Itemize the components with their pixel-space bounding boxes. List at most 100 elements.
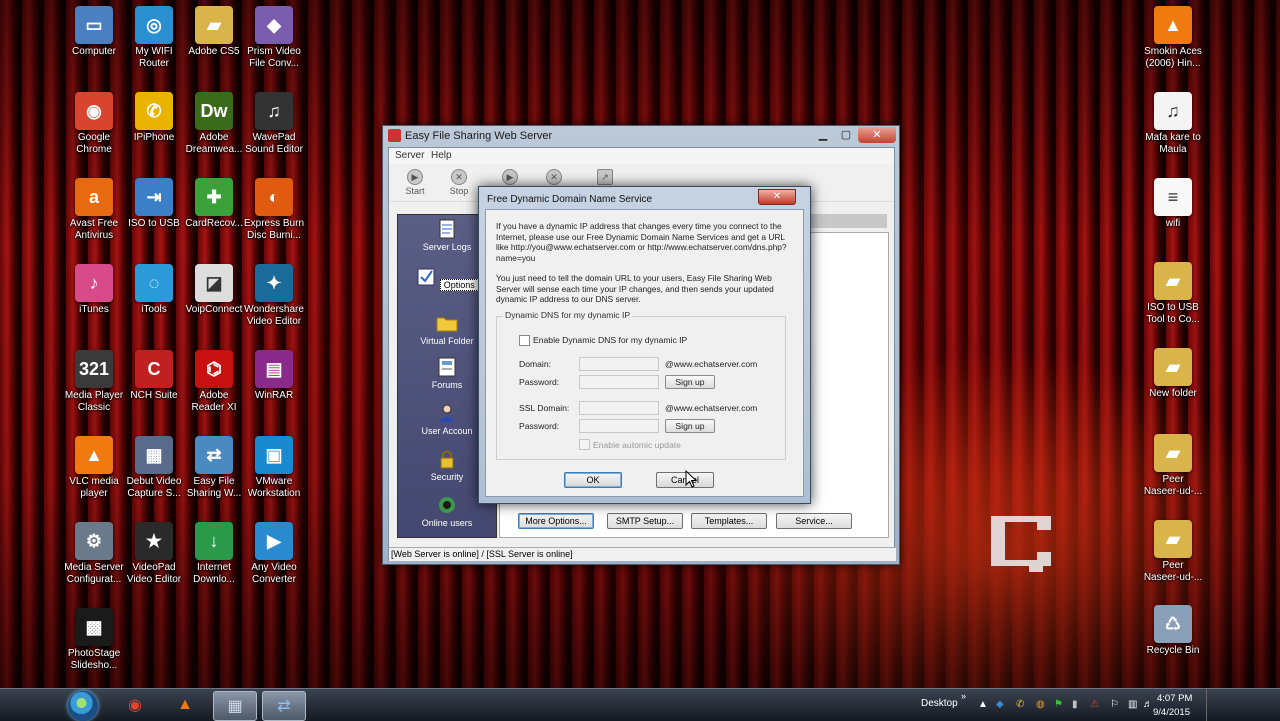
- ssl-domain-suffix: @www.echatserver.com: [665, 403, 758, 413]
- wavepad-icon: ♫: [255, 92, 293, 130]
- desktop-shortcut-label: VMware Workstation: [247, 476, 301, 499]
- enable-dynamic-dns-checkbox[interactable]: [519, 335, 530, 346]
- phone-icon: ✆: [135, 92, 173, 130]
- folder-icon: ▰: [195, 6, 233, 44]
- desktop-shortcut[interactable]: ✦ Wondershare Video Editor: [236, 264, 312, 328]
- folder-icon: [436, 317, 458, 332]
- window-titlebar[interactable]: Easy File Sharing Web Server ▁ ▢ ✕: [383, 126, 899, 146]
- minimize-button[interactable]: ▁: [812, 127, 834, 143]
- tray-device-icon[interactable]: ▮: [1072, 699, 1078, 710]
- nch-icon: C: [135, 350, 173, 388]
- desktop-shortcut[interactable]: ▰ Peer Naseer-ud-...: [1135, 434, 1211, 498]
- auto-update-checkbox[interactable]: [579, 439, 590, 450]
- vlc-icon: ▲: [177, 696, 193, 713]
- desktop-shortcut[interactable]: ♫ Mafa kare to Maula: [1135, 92, 1211, 156]
- itunes-icon: ♪: [75, 264, 113, 302]
- tray-network-icon[interactable]: ▥: [1128, 699, 1137, 710]
- close-button[interactable]: ✕: [858, 127, 896, 143]
- show-desktop-button[interactable]: [1206, 689, 1215, 721]
- taskbar-chrome[interactable]: ◉: [114, 691, 156, 719]
- clock-date[interactable]: 9/4/2015: [1153, 707, 1190, 718]
- clock-time[interactable]: 4:07 PM: [1157, 693, 1192, 704]
- folder-peer-2-icon: ▰: [1154, 520, 1192, 558]
- sidebar-label: Online users: [421, 518, 473, 528]
- start-button[interactable]: [68, 691, 98, 721]
- toolbar-play-button[interactable]: ▶: [490, 168, 530, 186]
- tray-bluetooth-icon[interactable]: ◆: [996, 699, 1004, 710]
- taskbar-vlc[interactable]: ▲: [164, 691, 206, 719]
- tray-network-status-icon[interactable]: ⚑: [1054, 699, 1063, 710]
- iso-usb-icon: ⇥: [135, 178, 173, 216]
- service-button[interactable]: Service...: [776, 513, 852, 529]
- toolbar-chevron-icon[interactable]: »: [961, 691, 966, 701]
- tray-volume-icon[interactable]: ♬: [1143, 699, 1153, 710]
- signup-button[interactable]: Sign up: [665, 375, 715, 389]
- desktop-shortcut-label: New folder: [1149, 388, 1197, 399]
- dialog-close-button[interactable]: ✕: [758, 189, 796, 205]
- desktop-shortcut[interactable]: ▰ New folder: [1135, 348, 1211, 400]
- password-input[interactable]: [579, 375, 659, 389]
- desktop-shortcut[interactable]: ♺ Recycle Bin: [1135, 605, 1211, 657]
- chrome-icon: ◉: [75, 92, 113, 130]
- maximize-button[interactable]: ▢: [835, 127, 857, 143]
- compaq-logo-icon: [991, 516, 1051, 572]
- desktop-shortcut[interactable]: ◆ Prism Video File Conv...: [236, 6, 312, 70]
- ssl-password-label: Password:: [519, 421, 560, 431]
- tray-phone-icon[interactable]: ✆: [1016, 699, 1024, 710]
- tray-flag-icon[interactable]: ⚐: [1110, 699, 1119, 710]
- ok-button[interactable]: OK: [564, 472, 622, 488]
- tray-security-icon[interactable]: ⚠: [1090, 699, 1099, 710]
- intro-text-2: You just need to tell the domain URL to …: [496, 273, 774, 305]
- toolbar-export-button[interactable]: ↗: [585, 168, 625, 186]
- desktop-shortcut[interactable]: ▣ VMware Workstation: [236, 436, 312, 500]
- start-button[interactable]: ▶ Start: [395, 168, 435, 196]
- taskbar-easy-file-sharing[interactable]: ⇄: [262, 691, 306, 721]
- desktop-shortcut[interactable]: ▤ WinRAR: [236, 350, 312, 402]
- burn-icon: ◐: [255, 178, 293, 216]
- mp3-file-icon: ♫: [1154, 92, 1192, 130]
- desktop-toolbar-label[interactable]: Desktop: [921, 698, 958, 709]
- templates-button[interactable]: Templates...: [691, 513, 767, 529]
- dynamic-dns-dialog: Free Dynamic Domain Name Service ✕ If yo…: [478, 186, 811, 504]
- adobe-reader-icon: ⌬: [195, 350, 233, 388]
- desktop-shortcut[interactable]: ▰ ISO to USB Tool to Co...: [1135, 262, 1211, 326]
- menu-bar: Server Help: [389, 148, 894, 164]
- desktop-shortcut-label: Peer Naseer-ud-...: [1143, 474, 1203, 497]
- group-legend: Dynamic DNS for my dynamic IP: [503, 310, 633, 320]
- tray-avast-icon[interactable]: ◍: [1036, 699, 1045, 710]
- ssl-domain-input[interactable]: [579, 401, 659, 415]
- menu-server[interactable]: Server: [395, 150, 424, 161]
- menu-help[interactable]: Help: [431, 150, 452, 161]
- desktop-shortcut[interactable]: ≡ wifi: [1135, 178, 1211, 230]
- taskbar-debut[interactable]: ▦: [213, 691, 257, 721]
- stop-button[interactable]: ✕ Stop: [439, 168, 479, 196]
- more-options-button[interactable]: More Options...: [518, 513, 594, 529]
- online-users-icon: [439, 497, 455, 513]
- dreamweaver-icon: Dw: [195, 92, 233, 130]
- desktop-shortcut-label: PhotoStage Slidesho...: [67, 648, 121, 671]
- recycle-bin-icon: ♺: [1154, 605, 1192, 643]
- desktop-shortcut-label: Express Burn Disc Burni...: [243, 218, 305, 241]
- desktop-shortcut[interactable]: ▲ Smokin Aces (2006) Hin...: [1135, 6, 1211, 70]
- desktop-shortcut[interactable]: ▰ Peer Naseer-ud-...: [1135, 520, 1211, 584]
- debut-icon: ▦: [135, 436, 173, 474]
- desktop-shortcut-label: Peer Naseer-ud-...: [1143, 560, 1203, 583]
- desktop-shortcut[interactable]: ▩ PhotoStage Slidesho...: [56, 608, 132, 672]
- chrome-icon: ◉: [128, 697, 142, 714]
- forums-icon: [438, 357, 456, 377]
- prism-icon: ◆: [255, 6, 293, 44]
- app-icon: [388, 129, 401, 142]
- desktop-shortcut[interactable]: ▶ Any Video Converter: [236, 522, 312, 586]
- play-icon: ▶: [407, 169, 423, 185]
- smtp-setup-button[interactable]: SMTP Setup...: [607, 513, 683, 529]
- desktop-shortcut-label: wifi: [1165, 218, 1181, 229]
- ssl-password-input[interactable]: [579, 419, 659, 433]
- desktop-shortcut[interactable]: ◐ Express Burn Disc Burni...: [236, 178, 312, 242]
- domain-input[interactable]: [579, 357, 659, 371]
- toolbar-stop-button[interactable]: ✕: [534, 168, 574, 186]
- tray-expand-icon[interactable]: ▲: [978, 699, 988, 710]
- desktop-shortcut[interactable]: ♫ WavePad Sound Editor: [236, 92, 312, 156]
- debut-icon: ▦: [227, 698, 243, 715]
- ssl-signup-button[interactable]: Sign up: [665, 419, 715, 433]
- voipconnect-icon: ◪: [195, 264, 233, 302]
